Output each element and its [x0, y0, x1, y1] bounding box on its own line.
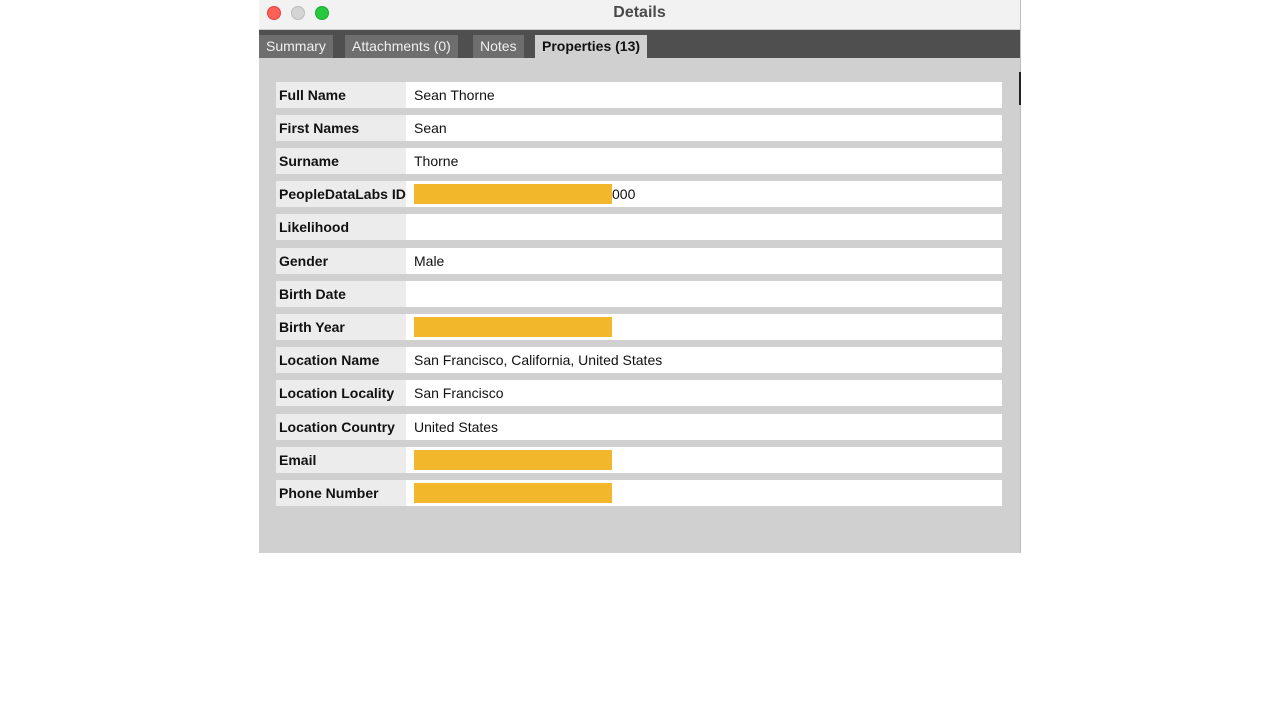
title-bar[interactable]: Details — [259, 0, 1020, 30]
property-value-visible-suffix: 000 — [612, 186, 636, 202]
property-row-birth-date: Birth Date — [276, 281, 1002, 307]
property-key: Phone Number — [276, 480, 406, 506]
property-row-peopledatalabs-id: PeopleDataLabs ID 000 — [276, 181, 1002, 207]
property-key: Email — [276, 447, 406, 473]
property-key: Full Name — [276, 82, 406, 108]
property-value: Male — [414, 253, 445, 269]
redaction-bar — [414, 483, 612, 503]
tab-attachments[interactable]: Attachments (0) — [345, 35, 458, 58]
window-edge-marker — [1019, 72, 1021, 105]
property-row-location-name: Location Name San Francisco, California,… — [276, 347, 1002, 373]
property-row-location-locality: Location Locality San Francisco — [276, 380, 1002, 406]
property-row-first-names: First Names Sean — [276, 115, 1002, 141]
tab-strip: Summary Attachments (0) Notes Properties… — [259, 30, 1020, 58]
tab-summary[interactable]: Summary — [259, 35, 333, 58]
details-window: Details Summary Attachments (0) Notes Pr… — [259, 0, 1021, 553]
property-key: Birth Date — [276, 281, 406, 307]
property-row-gender: Gender Male — [276, 248, 1002, 274]
redaction-bar — [414, 317, 612, 337]
tab-properties[interactable]: Properties (13) — [535, 35, 648, 58]
property-value: United States — [414, 419, 499, 435]
property-row-location-country: Location Country United States — [276, 414, 1002, 440]
property-value: Sean — [414, 120, 447, 136]
property-row-birth-year: Birth Year — [276, 314, 1002, 340]
property-row-likelihood: Likelihood — [276, 214, 1002, 240]
property-key: Location Country — [276, 414, 406, 440]
property-key: Likelihood — [276, 214, 406, 240]
property-row-surname: Surname Thorne — [276, 148, 1002, 174]
property-key: First Names — [276, 115, 406, 141]
property-value: Thorne — [414, 153, 459, 169]
property-key: PeopleDataLabs ID — [276, 181, 406, 207]
redaction-bar — [414, 184, 612, 204]
window-title: Details — [613, 4, 666, 21]
property-row-phone-number: Phone Number — [276, 480, 1002, 506]
redaction-bar — [414, 450, 612, 470]
property-key: Birth Year — [276, 314, 406, 340]
property-row-email: Email — [276, 447, 1002, 473]
property-key: Location Locality — [276, 380, 406, 406]
tab-notes[interactable]: Notes — [473, 35, 524, 58]
property-value: San Francisco, California, United States — [414, 352, 663, 368]
property-key: Location Name — [276, 347, 406, 373]
property-value: Sean Thorne — [414, 87, 495, 103]
property-row-full-name: Full Name Sean Thorne — [276, 82, 1002, 108]
property-key: Gender — [276, 248, 406, 274]
property-value: San Francisco — [414, 385, 504, 401]
property-key: Surname — [276, 148, 406, 174]
